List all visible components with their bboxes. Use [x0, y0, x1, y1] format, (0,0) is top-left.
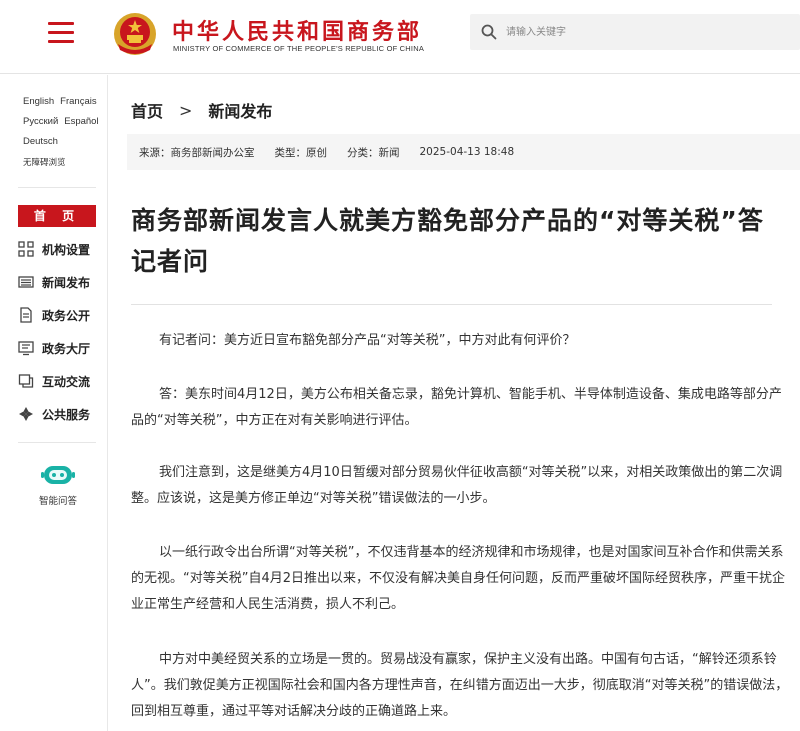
- article-paragraph: 有记者问：美方近日宣布豁免部分产品“对等关税”，中方对此有何评价？: [159, 333, 576, 348]
- smart-qa-button[interactable]: 智能问答: [28, 461, 88, 521]
- language-row-3: Deutsch: [23, 136, 64, 147]
- sidebar-item-news[interactable]: 新闻发布: [18, 271, 104, 293]
- lang-russian[interactable]: Русский: [23, 116, 58, 127]
- breadcrumb-separator: >: [179, 100, 193, 120]
- sidebar-item-label: 机构设置: [42, 242, 91, 257]
- meta-datetime: 2025-04-13 18:48: [419, 146, 515, 158]
- smart-qa-label: 智能问答: [38, 496, 77, 507]
- interaction-icon: [18, 374, 34, 388]
- meta-type: 类型：原创: [274, 146, 328, 159]
- article-title: 商务部新闻发言人就美方豁免部分产品的“对等关税”答记者问: [131, 206, 764, 276]
- sidebar: English Français Русский Español Deutsch 无…: [0, 75, 108, 731]
- meta-category: 分类：新闻: [347, 146, 400, 159]
- site-subtitle: MINISTRY OF COMMERCE OF THE PEOPLE'S REP…: [173, 44, 425, 53]
- sidebar-item-interaction[interactable]: 互动交流: [18, 370, 104, 392]
- public-service-icon: [19, 407, 33, 421]
- sidebar-item-label: 互动交流: [42, 374, 91, 389]
- chatbot-icon: [41, 466, 75, 484]
- accessibility-row: 无障碍浏览: [23, 156, 72, 168]
- sidebar-divider: [18, 442, 96, 443]
- document-icon: [20, 307, 32, 323]
- menu-icon[interactable]: [48, 22, 74, 44]
- sidebar-item-public-affairs[interactable]: 政务公开: [18, 304, 104, 326]
- title-divider: [131, 304, 772, 305]
- article-paragraph: 中方对中美经贸关系的立场是一贯的。贸易战没有赢家，保护主义没有出路。中国有句古话…: [131, 652, 789, 719]
- site-title[interactable]: 中华人民共和国商务部: [172, 14, 422, 46]
- sidebar-item-label: 新闻发布: [42, 275, 91, 290]
- sidebar-item-label: 政务大厅: [42, 341, 91, 356]
- sidebar-home-button[interactable]: 首 页: [18, 205, 96, 227]
- breadcrumb-current-link[interactable]: 新闻发布: [208, 98, 272, 122]
- service-hall-icon: [18, 341, 34, 356]
- sidebar-item-label: 公共服务: [42, 407, 91, 422]
- news-icon: [18, 276, 34, 288]
- lang-spanish[interactable]: Español: [64, 116, 98, 127]
- article-meta-bar: 来源：商务部新闻办公室 类型：原创 分类：新闻 2025-04-13 18:48: [127, 134, 800, 170]
- language-row-2: Русский Español: [23, 116, 105, 127]
- language-row-1: English Français: [23, 96, 103, 107]
- search-input[interactable]: [506, 14, 786, 50]
- search-icon[interactable]: [480, 23, 498, 41]
- org-structure-icon: [18, 241, 34, 257]
- lang-french[interactable]: Français: [60, 96, 96, 107]
- article-paragraph: 答：美东时间4月12日，美方公布相关备忘录，豁免计算机、智能手机、半导体制造设备…: [131, 387, 782, 428]
- breadcrumb-home-link[interactable]: 首页: [131, 98, 163, 122]
- site-header: 中华人民共和国商务部 MINISTRY OF COMMERCE OF THE P…: [0, 0, 800, 74]
- article-paragraph: 我们注意到，这是继美方4月10日暂缓对部分贸易伙伴征收高额“对等关税”以来，对相…: [131, 465, 783, 506]
- national-emblem-logo[interactable]: [112, 10, 158, 58]
- accessibility-link[interactable]: 无障碍浏览: [23, 157, 66, 167]
- lang-english[interactable]: English: [23, 96, 54, 107]
- search-box: [470, 14, 800, 50]
- sidebar-item-service-hall[interactable]: 政务大厅: [18, 337, 104, 359]
- meta-source: 来源：商务部新闻办公室: [139, 146, 255, 159]
- lang-german[interactable]: Deutsch: [23, 136, 58, 147]
- breadcrumb: 首页 > 新闻发布: [131, 98, 272, 122]
- sidebar-divider: [18, 187, 96, 188]
- article-paragraph: 以一纸行政令出台所谓“对等关税”，不仅违背基本的经济规律和市场规律，也是对国家间…: [131, 545, 786, 612]
- sidebar-item-label: 政务公开: [42, 308, 91, 323]
- sidebar-item-org[interactable]: 机构设置: [18, 238, 104, 260]
- sidebar-item-public-service[interactable]: 公共服务: [18, 403, 104, 425]
